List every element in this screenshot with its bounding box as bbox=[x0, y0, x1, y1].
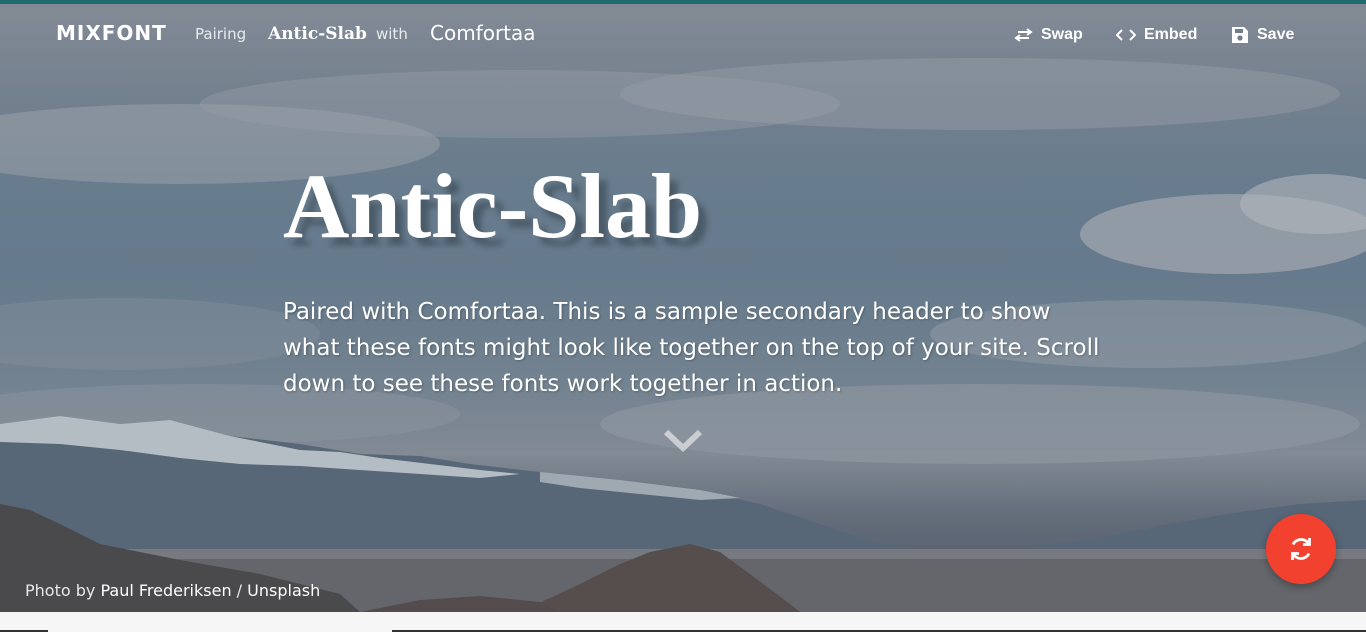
embed-button-label: Embed bbox=[1144, 26, 1198, 43]
pairing-label: Pairing bbox=[195, 25, 247, 43]
refresh-icon bbox=[1291, 538, 1311, 560]
bottom-strip bbox=[0, 612, 1366, 632]
code-icon bbox=[1116, 29, 1136, 41]
top-navigation: MIXFONT Pairing Antic-Slab with Comforta… bbox=[0, 4, 1366, 64]
swap-button-label: Swap bbox=[1041, 26, 1083, 43]
hero-subheading: Paired with Comfortaa. This is a sample … bbox=[283, 299, 1100, 397]
secondary-font-selector[interactable]: Comfortaa bbox=[430, 21, 536, 45]
with-label: with bbox=[376, 25, 408, 43]
photo-credit: Photo by Paul Frederiksen / Unsplash bbox=[25, 581, 320, 600]
photo-source-link[interactable]: Unsplash bbox=[247, 581, 320, 600]
shuffle-fonts-button[interactable] bbox=[1266, 514, 1336, 584]
chevron-down-icon bbox=[663, 429, 703, 453]
save-icon bbox=[1232, 27, 1248, 43]
primary-font-selector[interactable]: Antic-Slab bbox=[268, 24, 367, 44]
swap-icon bbox=[1014, 28, 1033, 42]
embed-button[interactable]: Embed bbox=[1116, 24, 1197, 46]
scroll-down-button[interactable] bbox=[662, 428, 704, 454]
photo-credit-separator: / bbox=[236, 581, 243, 600]
photo-author-link[interactable]: Paul Frederiksen bbox=[100, 581, 231, 600]
hero-headline: Antic-Slab bbox=[283, 155, 703, 257]
save-button-label: Save bbox=[1257, 26, 1295, 43]
swap-button[interactable]: Swap bbox=[1014, 24, 1083, 46]
logo[interactable]: MIXFONT bbox=[56, 21, 167, 45]
save-button[interactable]: Save bbox=[1231, 24, 1294, 46]
photo-credit-prefix: Photo by bbox=[25, 581, 96, 600]
